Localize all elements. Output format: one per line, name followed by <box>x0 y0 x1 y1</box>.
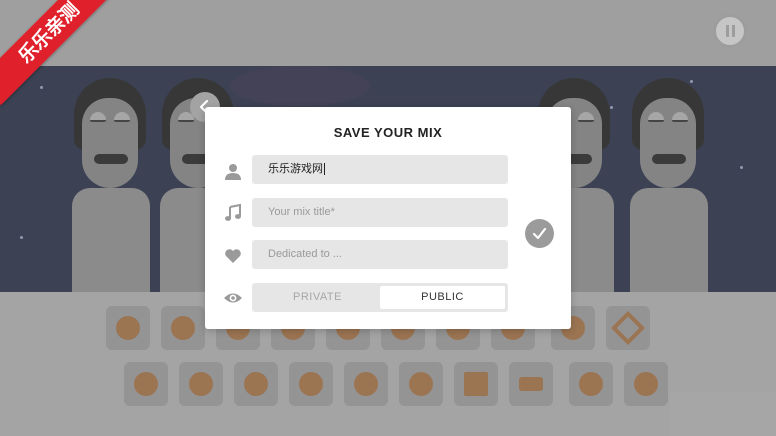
eye-icon <box>224 293 242 303</box>
music-note-icon <box>225 203 241 221</box>
visibility-toggle: PRIVATE PUBLIC <box>252 283 508 312</box>
dedicated-placeholder: Dedicated to ... <box>268 248 342 260</box>
text-caret <box>324 163 325 176</box>
mix-title-placeholder: Your mix title* <box>268 206 335 218</box>
heart-icon <box>225 249 241 263</box>
check-icon <box>532 227 547 240</box>
private-option[interactable]: PRIVATE <box>255 286 380 309</box>
confirm-button[interactable] <box>525 219 554 248</box>
author-value: 乐乐游戏网 <box>268 163 323 175</box>
author-field[interactable]: 乐乐游戏网 <box>252 155 508 184</box>
save-mix-dialog: SAVE YOUR MIX 乐乐游戏网 Your mix title* Dedi… <box>205 107 571 329</box>
mix-title-field[interactable]: Your mix title* <box>252 198 508 227</box>
pause-icon[interactable] <box>713 14 747 48</box>
dialog-title: SAVE YOUR MIX <box>333 125 443 140</box>
public-option[interactable]: PUBLIC <box>380 286 505 309</box>
dedicated-to-field[interactable]: Dedicated to ... <box>252 240 508 269</box>
user-icon <box>225 164 241 180</box>
